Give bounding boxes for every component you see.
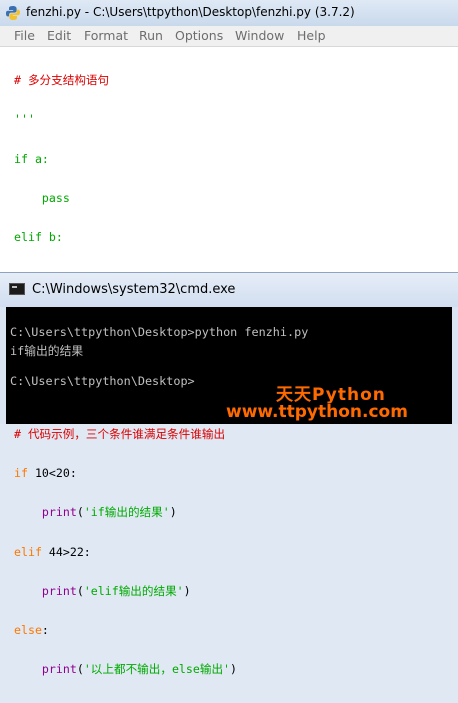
code-line: print('if输出的结果') bbox=[14, 506, 237, 519]
code-docstring: ''' bbox=[14, 112, 35, 127]
code-text: ) bbox=[169, 505, 177, 520]
code-line: elif b: bbox=[14, 231, 237, 244]
code-keyword: elif bbox=[14, 544, 42, 559]
code-string: 'if输出的结果' bbox=[83, 505, 170, 520]
code-line: else: bbox=[14, 624, 237, 637]
idle-menubar: File Edit Format Run Options Window Help bbox=[0, 26, 458, 47]
cmd-window: C:\Windows\system32\cmd.exe C:\Users\ttp… bbox=[0, 272, 458, 424]
code-docstring: pass bbox=[14, 191, 70, 206]
code-builtin: print bbox=[41, 583, 77, 598]
code-line: elif 44>22: bbox=[14, 544, 237, 559]
code-docstring: a: bbox=[27, 151, 49, 166]
code-line: print('elif输出的结果') bbox=[14, 583, 237, 598]
code-text: ) bbox=[230, 662, 238, 677]
code-string: '以上都不输出，else输出' bbox=[83, 662, 231, 677]
code-line: ''' bbox=[14, 113, 237, 126]
menu-edit[interactable]: Edit bbox=[47, 28, 71, 43]
code-docstring: b: bbox=[41, 230, 63, 245]
code-line: if a: bbox=[14, 151, 237, 166]
code-line: # 多分支结构语句 bbox=[14, 74, 237, 87]
cmd-window-title: C:\Windows\system32\cmd.exe bbox=[32, 282, 236, 297]
menu-file[interactable]: File bbox=[14, 28, 35, 43]
menu-options[interactable]: Options bbox=[175, 28, 223, 43]
code-comment: # 多分支结构语句 bbox=[14, 73, 110, 88]
watermark-url: www.ttpython.com bbox=[226, 402, 408, 422]
console-icon bbox=[9, 283, 25, 295]
code-line: if 10<20: bbox=[14, 466, 237, 480]
code-text: ( bbox=[76, 583, 84, 598]
menu-run[interactable]: Run bbox=[139, 28, 163, 43]
code-docstring: elif bbox=[14, 230, 42, 245]
menu-help[interactable]: Help bbox=[297, 28, 326, 43]
console-line: C:\Users\ttpython\Desktop>python fenzhi.… bbox=[10, 325, 309, 339]
code-comment: # 代码示例，三个条件谁满足条件谁输出 bbox=[14, 426, 226, 441]
code-line: pass bbox=[14, 191, 237, 206]
menu-format[interactable]: Format bbox=[84, 28, 128, 43]
code-text: 44>22: bbox=[41, 544, 91, 559]
code-keyword: else bbox=[14, 623, 42, 638]
code-keyword: if bbox=[14, 466, 28, 480]
code-string: 'elif输出的结果' bbox=[83, 583, 184, 598]
cmd-titlebar[interactable]: C:\Windows\system32\cmd.exe bbox=[0, 273, 458, 307]
code-text: ( bbox=[76, 662, 84, 677]
code-text: ( bbox=[76, 505, 84, 520]
code-text: 10<20: bbox=[27, 466, 77, 480]
idle-window-title: fenzhi.py - C:\Users\ttpython\Desktop\fe… bbox=[26, 5, 355, 19]
code-line: # 代码示例，三个条件谁满足条件谁输出 bbox=[14, 426, 237, 441]
code-text: : bbox=[41, 623, 49, 638]
console-line: if输出的结果 bbox=[10, 344, 84, 358]
idle-editor-window: fenzhi.py - C:\Users\ttpython\Desktop\fe… bbox=[0, 0, 458, 676]
code-builtin: print bbox=[41, 505, 77, 520]
console-line: C:\Users\ttpython\Desktop> bbox=[10, 374, 195, 388]
code-text: ) bbox=[183, 583, 191, 598]
idle-titlebar[interactable]: fenzhi.py - C:\Users\ttpython\Desktop\fe… bbox=[0, 0, 458, 27]
code-builtin: print bbox=[41, 662, 77, 677]
menu-window[interactable]: Window bbox=[235, 28, 284, 43]
code-docstring: if bbox=[14, 151, 28, 166]
cmd-console[interactable]: C:\Users\ttpython\Desktop>python fenzhi.… bbox=[6, 307, 452, 424]
code-line: print('以上都不输出，else输出') bbox=[14, 663, 237, 676]
python-icon bbox=[6, 6, 20, 20]
